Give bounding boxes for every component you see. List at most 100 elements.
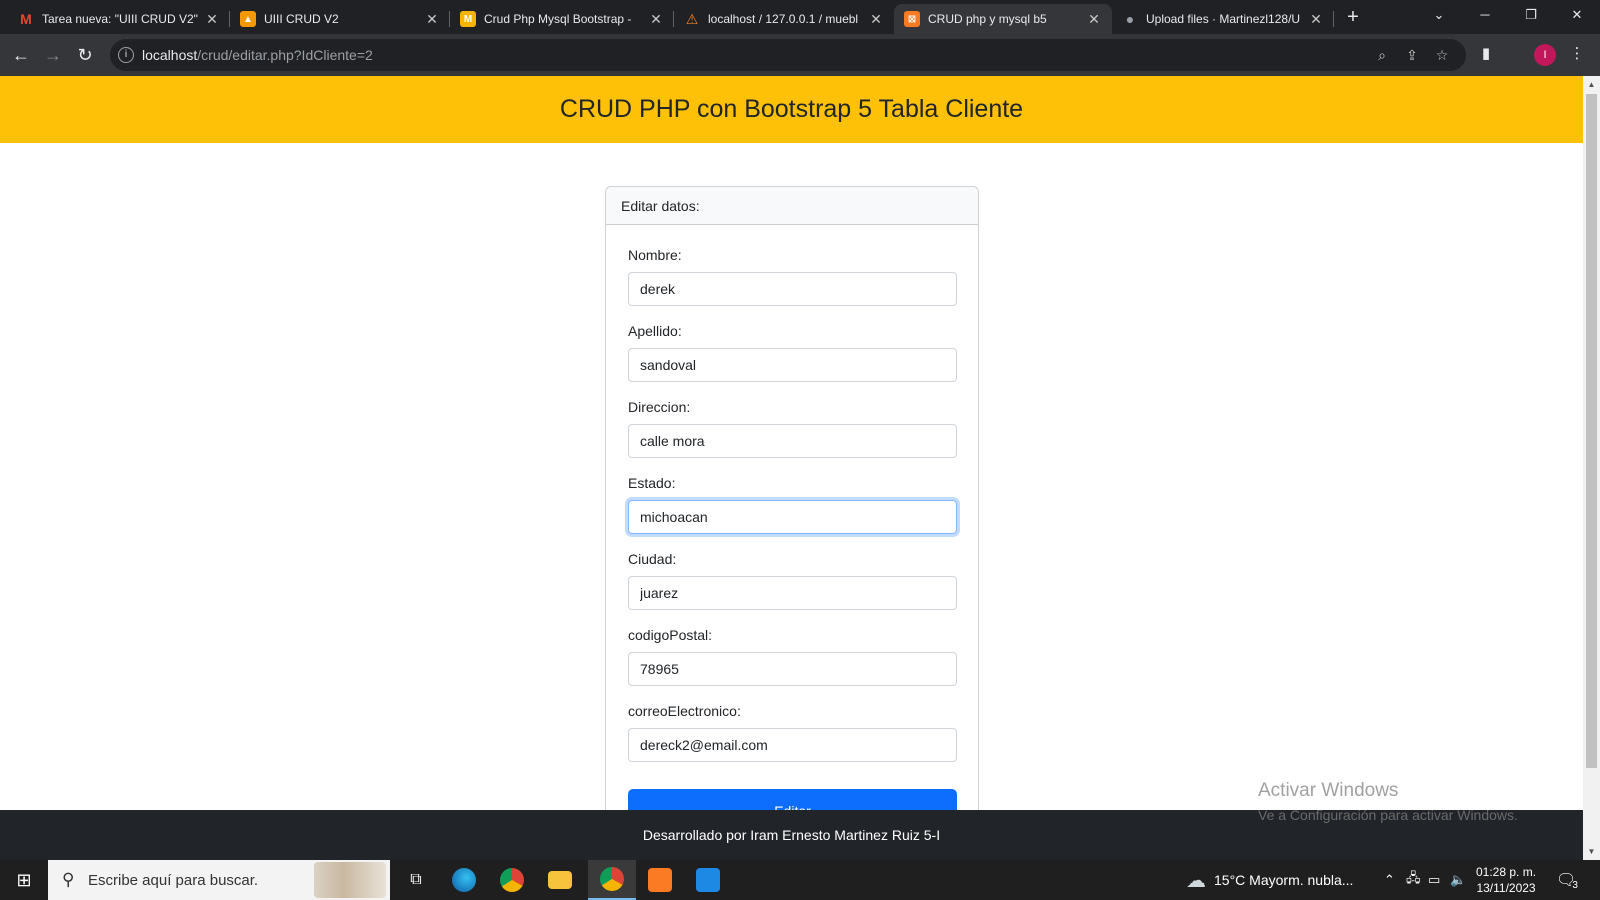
github-icon: ●: [1125, 11, 1135, 27]
tab-title: localhost / 127.0.0.1 / muebl: [708, 12, 859, 26]
field-estado: Estado:: [628, 475, 957, 534]
url-path: /crud/editar.php?IdCliente=2: [197, 47, 373, 63]
tab-title: UIII CRUD V2: [264, 12, 339, 26]
direccion-input[interactable]: [628, 424, 957, 458]
codigo-postal-label: codigoPostal:: [628, 627, 713, 643]
close-tab-icon[interactable]: ✕: [204, 11, 220, 28]
weather-widget[interactable]: ☁ 15°C Mayorm. nubla...: [1186, 860, 1353, 900]
apellido-input[interactable]: [628, 348, 957, 382]
field-codigo-postal: codigoPostal:: [628, 627, 957, 686]
page-header: CRUD PHP con Bootstrap 5 Tabla Cliente: [0, 76, 1583, 143]
taskbar-search[interactable]: ⚲ Escribe aquí para buscar.: [48, 860, 390, 900]
edge-icon[interactable]: [444, 860, 484, 900]
close-tab-icon[interactable]: ✕: [1308, 11, 1324, 28]
xampp-icon: ⊠: [904, 11, 920, 27]
share-icon[interactable]: ⇪: [1402, 45, 1422, 65]
tab-search-icon[interactable]: ⌄: [1416, 0, 1462, 34]
page-viewport: CRUD PHP con Bootstrap 5 Tabla Cliente E…: [0, 76, 1583, 810]
gmail-icon: M: [20, 11, 32, 27]
nombre-label: Nombre:: [628, 247, 682, 263]
editar-button[interactable]: Editar: [628, 789, 957, 810]
tab-gmail[interactable]: M Tarea nueva: "UIII CRUD V2" ✕: [8, 4, 230, 34]
scroll-down-icon[interactable]: ▼: [1583, 843, 1600, 860]
tab-blogger[interactable]: M Crud Php Mysql Bootstrap - ✕: [450, 4, 674, 34]
nombre-input[interactable]: [628, 272, 957, 306]
tab-title: Crud Php Mysql Bootstrap -: [484, 12, 632, 26]
tab-phpmyadmin[interactable]: ⚠ localhost / 127.0.0.1 / muebl ✕: [674, 4, 894, 34]
browser-toolbar: ← → ↻ i localhost/crud/editar.php?IdClie…: [0, 34, 1600, 76]
page-scrollbar[interactable]: ▲ ▼: [1583, 76, 1600, 860]
side-panel-icon[interactable]: ▮: [1474, 42, 1498, 66]
tab-title: CRUD php y mysql b5: [928, 12, 1047, 26]
search-icon: ⚲: [62, 870, 75, 889]
scroll-up-icon[interactable]: ▲: [1583, 76, 1600, 93]
edit-card: Editar datos: Nombre: Apellido: Direccio…: [605, 186, 979, 810]
restore-icon[interactable]: ❐: [1508, 0, 1554, 34]
field-ciudad: Ciudad:: [628, 551, 957, 610]
network-icon[interactable]: 🖧: [1406, 860, 1421, 900]
reload-icon[interactable]: ↻: [72, 42, 98, 68]
search-highlight-illustration: [314, 862, 386, 898]
address-bar[interactable]: i localhost/crud/editar.php?IdCliente=2 …: [110, 39, 1466, 71]
clock-date: 13/11/2023: [1476, 881, 1536, 895]
url-text[interactable]: localhost/crud/editar.php?IdCliente=2: [142, 47, 373, 63]
card-header: Editar datos:: [606, 187, 978, 225]
new-tab-button[interactable]: +: [1340, 5, 1366, 31]
close-tab-icon[interactable]: ✕: [648, 11, 664, 28]
footer-text: Desarrollado por Iram Ernesto Martinez R…: [642, 827, 941, 843]
ciudad-input[interactable]: [628, 576, 957, 610]
menu-kebab-icon[interactable]: ⋮: [1565, 42, 1589, 66]
file-explorer-icon[interactable]: [540, 860, 580, 900]
minimize-icon[interactable]: ─: [1462, 0, 1508, 34]
ciudad-label: Ciudad:: [628, 551, 677, 567]
windows-start-icon[interactable]: ⊞: [0, 860, 48, 900]
tab-title: Upload files · Martinezl128/U: [1146, 12, 1301, 26]
weather-text: 15°C Mayorm. nubla...: [1214, 872, 1354, 888]
estado-input[interactable]: [628, 500, 957, 534]
tab-separator: [1333, 11, 1334, 27]
codigo-postal-input[interactable]: [628, 652, 957, 686]
field-apellido: Apellido:: [628, 323, 957, 382]
tab-classroom[interactable]: ▲ UIII CRUD V2 ✕: [230, 4, 450, 34]
tab-crud-active[interactable]: ⊠ CRUD php y mysql b5 ✕: [894, 4, 1112, 34]
tab-github[interactable]: ● Upload files · Martinezl128/U ✕: [1112, 4, 1334, 34]
scrollbar-thumb[interactable]: [1586, 94, 1597, 768]
tray-chevron-icon[interactable]: ⌃: [1384, 860, 1395, 900]
watermark-line1: Activar Windows: [1258, 780, 1399, 801]
close-tab-icon[interactable]: ✕: [868, 11, 884, 28]
page-title: CRUD PHP con Bootstrap 5 Tabla Cliente: [559, 95, 1024, 123]
site-info-icon[interactable]: i: [118, 47, 134, 63]
task-view-icon[interactable]: ⧉: [396, 860, 436, 900]
forward-icon[interactable]: →: [40, 42, 66, 68]
phpmyadmin-icon: ⚠: [685, 10, 699, 27]
chrome-icon[interactable]: [492, 860, 532, 900]
watermark-line2: Ve a Configuración para activar Windows.: [1258, 807, 1518, 823]
notifications-icon[interactable]: 🗨 3: [1556, 860, 1578, 900]
battery-icon[interactable]: ▭: [1428, 860, 1440, 900]
vscode-icon[interactable]: [688, 860, 728, 900]
clock-time: 01:28 p. m.: [1476, 865, 1537, 879]
close-tab-icon[interactable]: ✕: [424, 11, 440, 28]
field-correo: correoElectronico:: [628, 703, 957, 762]
url-host: localhost: [142, 47, 198, 63]
bookmark-star-icon[interactable]: ☆: [1432, 45, 1452, 65]
back-icon[interactable]: ←: [8, 42, 34, 68]
field-direccion: Direccion:: [628, 399, 957, 458]
apellido-label: Apellido:: [628, 323, 682, 339]
close-tab-icon[interactable]: ✕: [1086, 11, 1102, 28]
close-window-icon[interactable]: ✕: [1554, 0, 1600, 34]
volume-muted-icon[interactable]: 🔈: [1450, 860, 1466, 900]
correo-input[interactable]: [628, 728, 957, 762]
zoom-icon[interactable]: ⌕: [1372, 45, 1392, 65]
profile-avatar[interactable]: I: [1534, 44, 1556, 66]
tab-strip: M Tarea nueva: "UIII CRUD V2" ✕ ▲ UIII C…: [0, 0, 1600, 34]
xampp-taskbar-icon[interactable]: [640, 860, 680, 900]
search-placeholder: Escribe aquí para buscar.: [88, 872, 259, 889]
clock[interactable]: 01:28 p. m. 13/11/2023: [1476, 860, 1536, 900]
correo-label: correoElectronico:: [628, 703, 741, 719]
tab-title: Tarea nueva: "UIII CRUD V2": [42, 12, 198, 26]
chrome-active-icon[interactable]: [588, 860, 636, 900]
blogger-icon: M: [460, 11, 476, 27]
classroom-icon: ▲: [240, 11, 256, 27]
windows-activation-watermark: Activar Windows Ve a Configuración para …: [1258, 780, 1518, 823]
